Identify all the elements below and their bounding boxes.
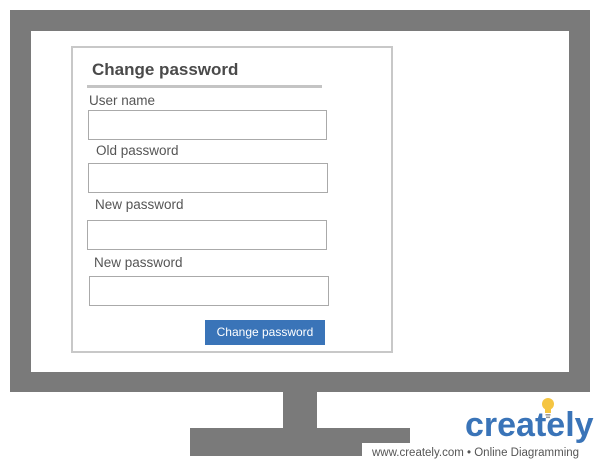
creately-watermark: creately www.creately.com • Online Diagr… <box>360 395 595 465</box>
new-password-input[interactable] <box>87 220 327 250</box>
creately-tagline: www.creately.com • Online Diagramming <box>362 443 590 463</box>
username-input[interactable] <box>88 110 327 140</box>
username-label: User name <box>89 93 156 108</box>
creately-logo: creately <box>465 406 594 444</box>
change-password-button[interactable]: Change password <box>205 320 325 345</box>
confirm-password-label: New password <box>94 255 183 270</box>
wireframe-canvas: Change password User name Old password N… <box>0 0 600 470</box>
old-password-label: Old password <box>96 143 179 158</box>
monitor-stand-neck <box>283 391 317 429</box>
dialog-title: Change password <box>92 60 239 79</box>
old-password-input[interactable] <box>88 163 328 193</box>
new-password-label: New password <box>95 197 184 212</box>
confirm-password-input[interactable] <box>89 276 329 306</box>
title-divider <box>87 85 322 88</box>
